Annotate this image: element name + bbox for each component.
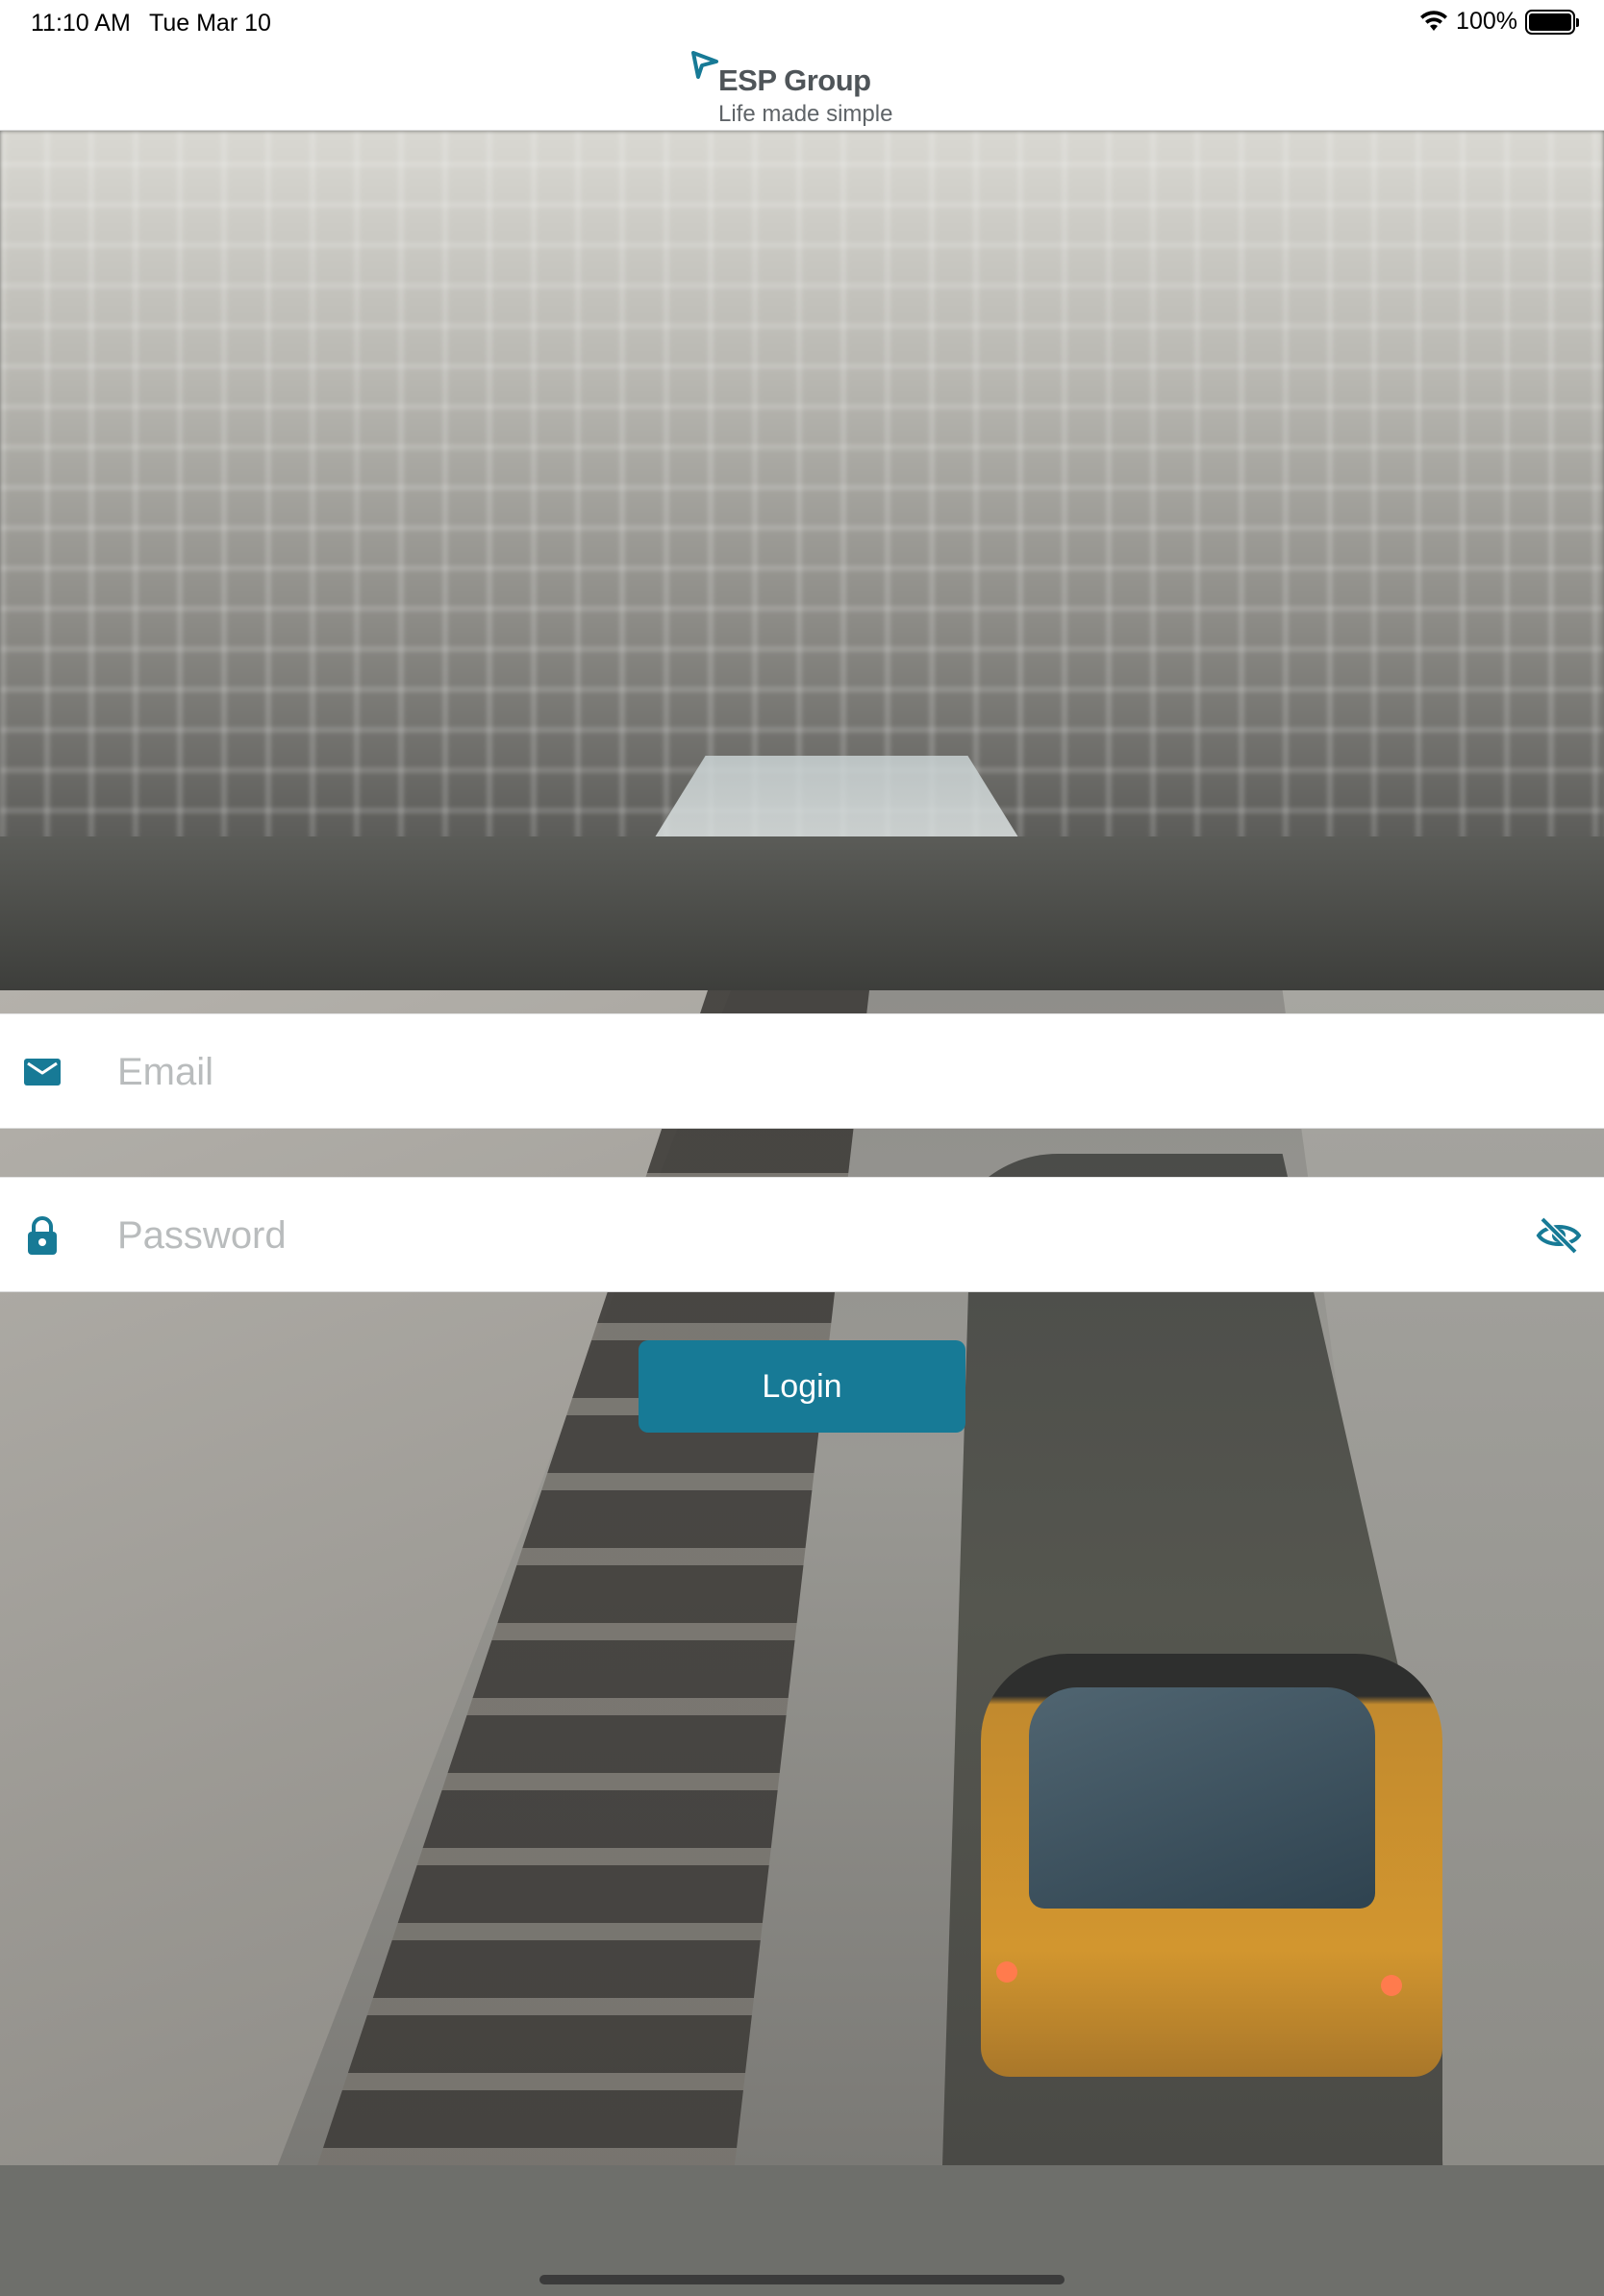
train-lamp-left [996,1961,1017,1983]
status-date: Tue Mar 10 [149,10,271,37]
home-indicator[interactable] [539,2275,1065,2284]
battery-level [1529,12,1571,31]
email-field-row [0,1013,1604,1130]
login-screen: 11:10 AM Tue Mar 10 100% ESP Group Life … [0,0,1604,2296]
brand-tagline: Life made simple [718,101,893,127]
status-time: 11:10 AM [31,10,131,37]
battery-percent: 100% [1456,8,1517,35]
app-header: ESP Group Life made simple [0,46,1604,131]
eye-slash-icon[interactable] [1535,1211,1583,1260]
battery-icon [1525,9,1579,35]
lock-icon [28,1216,57,1255]
email-input[interactable] [117,1014,1483,1130]
wifi-icon [1420,10,1448,31]
password-input[interactable] [117,1178,1483,1293]
password-field-row [0,1177,1604,1293]
login-button[interactable]: Login [639,1340,965,1433]
esp-logo-icon [691,51,718,79]
status-indicators: 100% [1419,8,1579,36]
mail-icon [24,1059,61,1086]
train-windscreen [1029,1687,1375,1909]
train-lamp-right [1381,1975,1402,1996]
brand-name: ESP Group [718,63,871,97]
status-bar: 11:10 AM Tue Mar 10 100% [0,0,1604,46]
station-concourse [0,836,1604,990]
battery-tip [1576,17,1579,27]
